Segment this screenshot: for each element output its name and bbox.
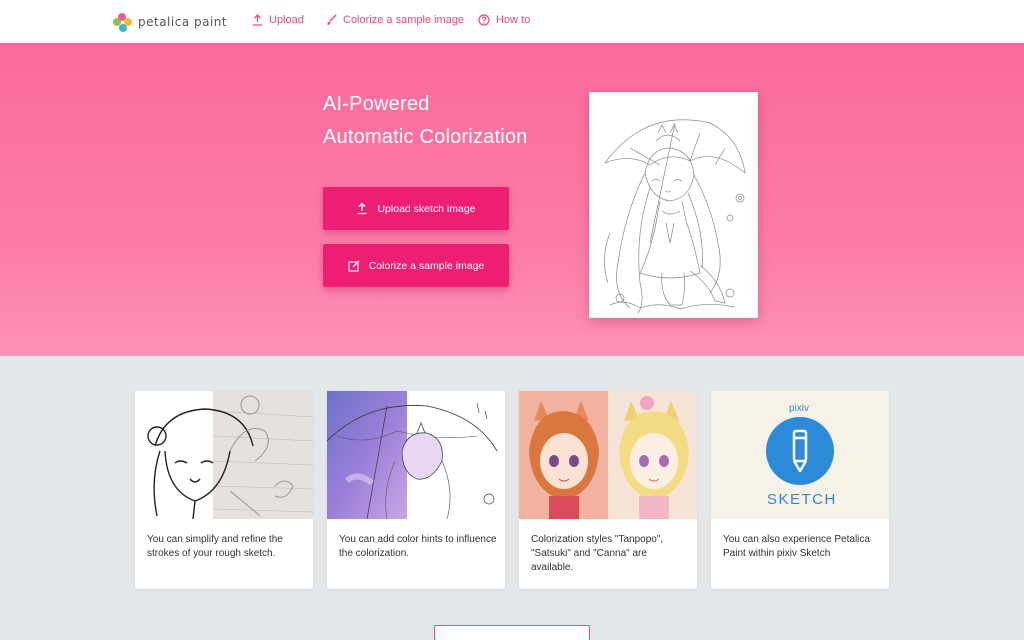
color-hints-image xyxy=(327,391,505,519)
hero-title-line1: AI-Powered xyxy=(323,93,430,115)
top-header: petalica paint Upload Colorize a sample … xyxy=(0,0,1024,43)
petal-logo-icon xyxy=(113,12,132,32)
question-icon xyxy=(478,14,490,26)
colorize-sample-button[interactable]: Colorize a sample image xyxy=(323,244,509,287)
feature-card-refine[interactable]: You can simplify and refine the strokes … xyxy=(135,391,313,589)
feature-card-pixiv-sketch[interactable]: pixiv SKETCH You can also experience Pet… xyxy=(711,391,889,589)
edit-icon xyxy=(348,260,360,272)
logo[interactable]: petalica paint xyxy=(113,12,227,32)
refine-sketch-image xyxy=(135,391,313,519)
nav-how-to-label: How to xyxy=(496,14,531,26)
pixiv-brand-text: pixiv xyxy=(789,403,810,414)
pixiv-sketch-logo: pixiv SKETCH xyxy=(711,391,889,519)
upload-icon xyxy=(253,14,262,26)
feature-card-color-hints[interactable]: You can add color hints to influence the… xyxy=(327,391,505,589)
upload-sketch-label: Upload sketch image xyxy=(377,202,476,215)
nav-upload[interactable]: Upload xyxy=(252,14,304,26)
nav-upload-label: Upload xyxy=(269,14,304,26)
upload-icon xyxy=(357,202,367,215)
logo-text: petalica paint xyxy=(138,15,228,29)
brush-icon xyxy=(327,14,337,25)
sketch-illustration xyxy=(604,119,746,314)
sample-sketch-preview xyxy=(589,92,758,318)
card-refine-text: You can simplify and refine the strokes … xyxy=(147,534,283,559)
hero-title-line2: Automatic Colorization xyxy=(323,126,528,148)
card-color-hints-text: You can add color hints to influence the… xyxy=(339,534,497,559)
upload-sketch-button[interactable]: Upload sketch image xyxy=(323,187,509,230)
card-pixiv-sketch-text: You can also experience Petalica Paint w… xyxy=(723,534,870,559)
colorization-styles-image xyxy=(519,391,697,519)
card-styles-text: Colorization styles "Tanpopo", "Satsuki"… xyxy=(531,534,664,573)
nav-colorize-sample[interactable]: Colorize a sample image xyxy=(326,14,464,26)
nav-colorize-label: Colorize a sample image xyxy=(343,14,465,26)
sketch-brand-text: SKETCH xyxy=(767,491,837,508)
nav-how-to[interactable]: How to xyxy=(478,14,530,26)
feature-card-styles[interactable]: Colorization styles "Tanpopo", "Satsuki"… xyxy=(519,391,697,589)
pencil-icon xyxy=(766,417,834,485)
hero-section: AI-Powered Automatic Colorization Upload… xyxy=(0,43,1024,356)
colorize-sample-label: Colorize a sample image xyxy=(368,259,485,272)
bottom-action-button[interactable] xyxy=(434,625,590,640)
